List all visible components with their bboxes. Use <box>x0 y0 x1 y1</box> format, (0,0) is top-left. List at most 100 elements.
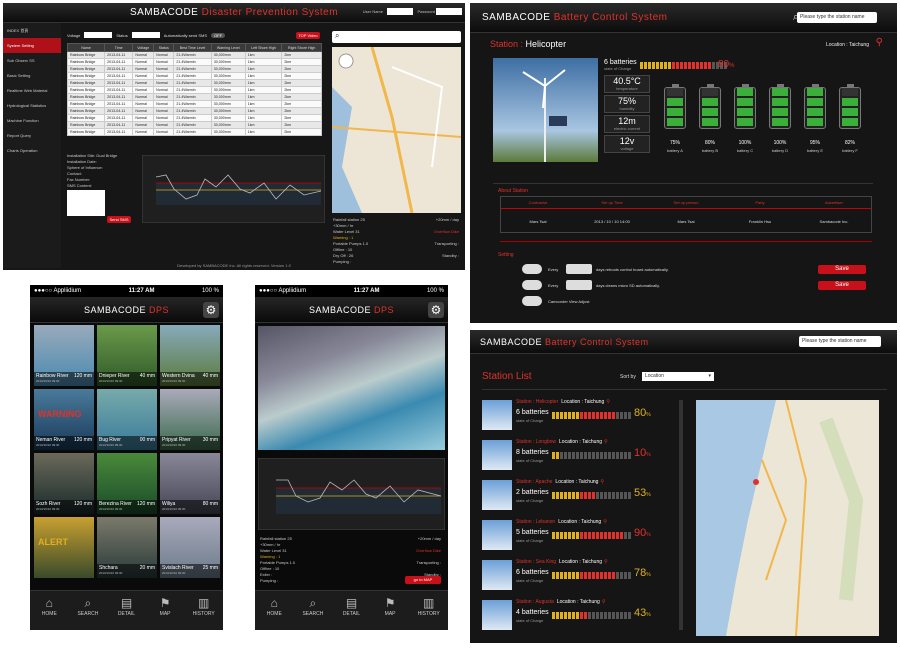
river-tile[interactable]: Shchara 20 mm 2013/10/10 09:30 <box>97 517 157 578</box>
river-tile[interactable]: WARNING Neman River 120 mm 2013/10/10 09:30 <box>34 389 94 450</box>
tab-map[interactable]: ⚑ MAP <box>371 591 410 630</box>
auto-sms-toggle[interactable]: OFF <box>211 32 226 38</box>
sidebar-item[interactable]: Realtime Web Material <box>3 83 61 98</box>
table-cell: Normal <box>153 51 175 59</box>
scrollbar[interactable] <box>679 400 683 630</box>
river-tile[interactable]: Wiliya 80 mm 2013/10/10 09:30 <box>160 453 220 514</box>
river-tile[interactable]: Pripyat River 30 mm 2013/10/10 09:30 <box>160 389 220 450</box>
column-header[interactable]: Name <box>66 43 106 52</box>
station-search-input[interactable]: Please type the station name <box>797 12 877 23</box>
tab-home[interactable]: ⌂ HOME <box>30 591 69 630</box>
tab-history[interactable]: ▥ HISTORY <box>184 591 223 630</box>
setting-toggle[interactable] <box>522 296 542 306</box>
sidebar-item[interactable]: Report Query <box>3 128 61 143</box>
station-row[interactable]: Station : Apache Location : Taichung ⚲ 2 ba… <box>482 477 677 515</box>
column-header[interactable]: Voltage <box>132 43 155 52</box>
send-sms-button[interactable]: Send SMS <box>107 216 131 223</box>
table-row[interactable]: Rainbow Bridge 2013-04-11 Normal Normal 21.4… <box>66 79 322 87</box>
table-cell: 30,000mm <box>210 51 246 59</box>
river-tile[interactable]: Sozh River 120 mm 2013/10/10 09:30 <box>34 453 94 514</box>
sidebar-item[interactable]: Hydrological Statistics <box>3 98 61 113</box>
river-level: 25 mm <box>202 565 218 571</box>
tab-bar: ⌂ HOME ⌕ SEARCH ▤ DETAIL ⚑ MAP ▥ HISTORY <box>255 590 448 630</box>
tab-search[interactable]: ⌕ SEARCH <box>69 591 108 630</box>
stat-box: 12m electric current <box>604 115 650 133</box>
table-row[interactable]: Rainbow Bridge 2013-04-11 Normal Normal 21.4… <box>66 121 322 129</box>
location-text: Location : Taichung <box>826 42 869 48</box>
table-row[interactable]: Rainbow Bridge 2013-04-11 Normal Normal 21.4… <box>66 128 322 136</box>
sidebar-item[interactable]: Charts Operation <box>3 143 61 158</box>
go-to-map-button[interactable]: go to MAP <box>405 576 441 584</box>
table-row[interactable]: Rainbow Bridge 2013-04-11 Normal Normal 21.4… <box>66 72 322 80</box>
station-map[interactable] <box>696 400 879 636</box>
status-select[interactable] <box>131 32 160 38</box>
sidebar-item[interactable]: INDEX 首頁 <box>3 23 61 38</box>
sidebar-item[interactable]: Basic Setting <box>3 68 61 83</box>
password-input[interactable] <box>436 8 462 15</box>
tab-history[interactable]: ▥ HISTORY <box>409 591 448 630</box>
save-button[interactable]: Save <box>818 265 866 274</box>
setting-toggle[interactable] <box>522 280 542 290</box>
station-search-input[interactable]: Please type the station name <box>799 336 881 347</box>
table-row[interactable]: Rainbow Bridge 2013-04-11 Normal Normal 21.4… <box>66 51 322 59</box>
tab-detail[interactable]: ▤ DETAIL <box>107 591 146 630</box>
river-tile[interactable]: Bug River 00 mm 2013/10/10 09:30 <box>97 389 157 450</box>
column-header[interactable]: Best Time Level <box>173 43 212 52</box>
river-level: 120 mm <box>73 373 92 379</box>
station-row[interactable]: Station : Sea King Location : Taichung ⚲ 6 … <box>482 557 677 595</box>
table-row[interactable]: Rainbow Bridge 2013-04-11 Normal Normal 21.4… <box>66 65 322 73</box>
column-header[interactable]: Time <box>104 43 134 52</box>
map-search-input[interactable]: ⌕ <box>332 31 461 43</box>
username-input[interactable] <box>387 8 413 15</box>
top-video-button[interactable]: TOP Video <box>296 32 320 39</box>
column-header[interactable]: Warning Level <box>210 43 246 52</box>
gear-icon[interactable]: ⚙ <box>203 302 219 318</box>
days-input[interactable] <box>566 264 592 274</box>
username-label: User Name <box>362 9 383 14</box>
river-tile[interactable]: Dnieper River 40 mm 2013/10/10 09:30 <box>97 325 157 386</box>
sms-content-input[interactable] <box>67 190 105 216</box>
days-input[interactable] <box>566 280 592 290</box>
sidebar-item[interactable]: System Setting <box>3 38 61 53</box>
river-tile[interactable]: Svislach River 25 mm 2013/10/10 09:30 <box>160 517 220 578</box>
tab-search[interactable]: ⌕ SEARCH <box>294 591 333 630</box>
table-row[interactable]: Rainbow Bridge 2013-04-11 Normal Normal 21.4… <box>66 107 322 115</box>
table-cell: 1km <box>244 114 283 122</box>
voltage-select[interactable] <box>84 32 113 38</box>
table-row[interactable]: Rainbow Bridge 2013-04-11 Normal Normal 21.4… <box>66 58 322 66</box>
setting-toggle[interactable] <box>522 264 542 274</box>
stat-box: 40.5°C temperature <box>604 75 650 93</box>
river-tile[interactable]: Western Dvina 40 mm 2013/10/10 09:30 <box>160 325 220 386</box>
tab-home[interactable]: ⌂ HOME <box>255 591 294 630</box>
river-tile[interactable]: Berezina River 120 mm 2013/10/10 09:30 <box>97 453 157 514</box>
river-date: 2013/10/10 09:30 <box>99 507 123 511</box>
save-button[interactable]: Save <box>818 281 866 290</box>
station-map[interactable] <box>332 47 461 213</box>
charge-meter <box>640 62 727 69</box>
table-row[interactable]: Rainbow Bridge 2013-04-11 Normal Normal 21.4… <box>66 100 322 108</box>
table-row[interactable]: Rainbow Bridge 2013-04-11 Normal Normal 21.4… <box>66 93 322 101</box>
column-header[interactable]: Right Shore High <box>281 43 322 52</box>
river-tile[interactable]: Rainbow River 120 mm 2013/10/10 09:30 <box>34 325 94 386</box>
about-cell: Sambacode Inc. <box>819 218 849 224</box>
station-row[interactable]: Station : Helicopter Location : Taichung ⚲… <box>482 397 677 435</box>
table-row[interactable]: Rainbow Bridge 2013-04-11 Normal Normal 21.4… <box>66 114 322 122</box>
station-row[interactable]: Station : Lebanon Location : Taichung ⚲ 5 b… <box>482 517 677 555</box>
station-row[interactable]: Station : Longbow Location : Taichung ⚲ 8 b… <box>482 437 677 475</box>
table-row[interactable]: Rainbow Bridge 2013-04-11 Normal Normal 21.4… <box>66 86 322 94</box>
column-header[interactable]: Left Shore High <box>244 43 283 52</box>
station-row[interactable]: Station : Augusta Location : Taichung ⚲ 4 b… <box>482 597 677 635</box>
table-cell: Rainbow Bridge <box>66 58 106 66</box>
tab-map[interactable]: ⚑ MAP <box>146 591 185 630</box>
charge-percent: 53% <box>634 487 651 499</box>
tab-detail[interactable]: ▤ DETAIL <box>332 591 371 630</box>
sidebar-item[interactable]: Sub Observ SS <box>3 53 61 68</box>
gear-icon[interactable]: ⚙ <box>428 302 444 318</box>
table-cell: 21.4Warmin <box>173 121 212 129</box>
sort-select[interactable]: Location ▾ <box>642 372 714 381</box>
sidebar-item[interactable]: Machine Function <box>3 113 61 128</box>
table-cell: 30,000mm <box>210 72 246 80</box>
column-header[interactable]: Status <box>153 43 175 52</box>
info-line-right: Transporting : <box>434 241 459 246</box>
river-tile[interactable]: ALERT <box>34 517 94 578</box>
